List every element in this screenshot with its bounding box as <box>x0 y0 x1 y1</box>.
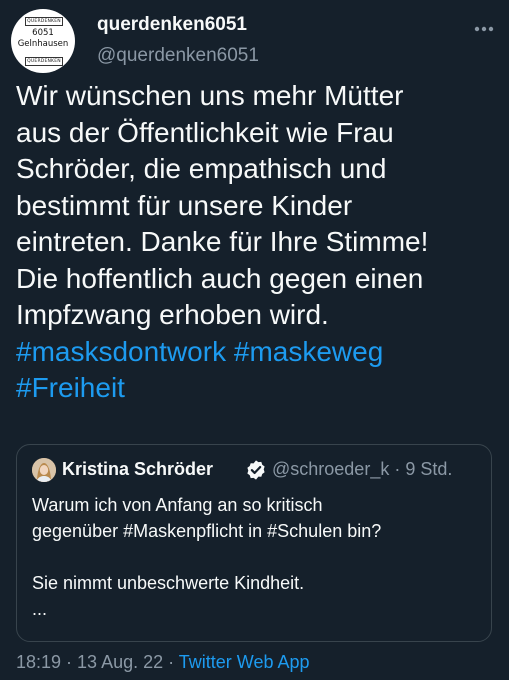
tweet-source-link[interactable]: Twitter Web App <box>179 652 310 672</box>
author-avatar[interactable]: QUERDENKEN 6051 Gelnhausen QUERDENKEN <box>11 9 75 73</box>
author-handle[interactable]: @querdenken6051 <box>97 45 259 67</box>
tweet-text-line: Impfzwang erhoben wird. <box>16 299 329 330</box>
hashtag-line: #Freiheit <box>16 370 496 407</box>
person-avatar-icon <box>32 458 56 482</box>
quoted-text-line: Warum ich von Anfang an so kritisch <box>32 495 323 515</box>
author-display-name[interactable]: querdenken6051 <box>97 14 247 36</box>
quoted-text-line: ... <box>32 599 48 619</box>
more-options-button[interactable] <box>471 16 497 42</box>
avatar-bottom-text: QUERDENKEN <box>25 57 63 66</box>
quoted-text-line <box>32 544 482 570</box>
hashtag-line: #masksdontwork #maskeweg <box>16 334 496 371</box>
quoted-author-handle-time[interactable]: @schroeder_k · 9 Std. <box>272 459 452 480</box>
quoted-author-name[interactable]: Kristina Schröder <box>62 459 213 480</box>
tweet-timestamp[interactable]: 18:19 · 13 Aug. 22 · <box>16 652 179 672</box>
tweet-text: Wir wünschen uns mehr Mütter aus der Öff… <box>16 78 496 407</box>
avatar-middle-text: 6051 Gelnhausen <box>11 28 75 50</box>
tweet-text-line: bestimmt für unsere Kinder <box>16 189 353 221</box>
hashtag-link[interactable]: #maskeweg <box>234 336 383 367</box>
tweet-text-line: aus der Öffentlichkeit wie Frau <box>16 116 394 148</box>
quoted-author-avatar[interactable] <box>32 458 56 482</box>
avatar-middle-line1: 6051 <box>32 28 54 38</box>
quoted-text-line: Sie nimmt unbeschwerte Kindheit. <box>32 573 305 593</box>
tweet-footer: 18:19 · 13 Aug. 22 · Twitter Web App <box>16 652 310 673</box>
tweet-text-line: Schröder, die empathisch und <box>16 153 387 184</box>
avatar-middle-line2: Gelnhausen <box>17 39 69 49</box>
quoted-text-line: gegenüber #Maskenpflicht in #Schulen bin… <box>32 521 382 541</box>
avatar-top-text: QUERDENKEN <box>25 17 63 26</box>
quoted-tweet-text: Warum ich von Anfang an so kritisch gege… <box>32 492 482 622</box>
more-horizontal-icon <box>474 26 494 32</box>
tweet-text-line: eintreten. Danke für Ihre Stimme! <box>16 226 429 257</box>
tweet: QUERDENKEN 6051 Gelnhausen QUERDENKEN qu… <box>0 0 509 680</box>
quoted-tweet-card[interactable]: Kristina Schröder @schroeder_k · 9 Std. … <box>16 444 492 642</box>
tweet-text-line: Die hoffentlich auch gegen einen <box>16 262 424 294</box>
hashtag-link[interactable]: #masksdontwork <box>16 336 226 367</box>
tweet-text-line: Wir wünschen uns mehr Mütter <box>16 80 404 111</box>
hashtag-link[interactable]: #Freiheit <box>16 372 125 403</box>
verified-badge-icon <box>247 460 265 480</box>
